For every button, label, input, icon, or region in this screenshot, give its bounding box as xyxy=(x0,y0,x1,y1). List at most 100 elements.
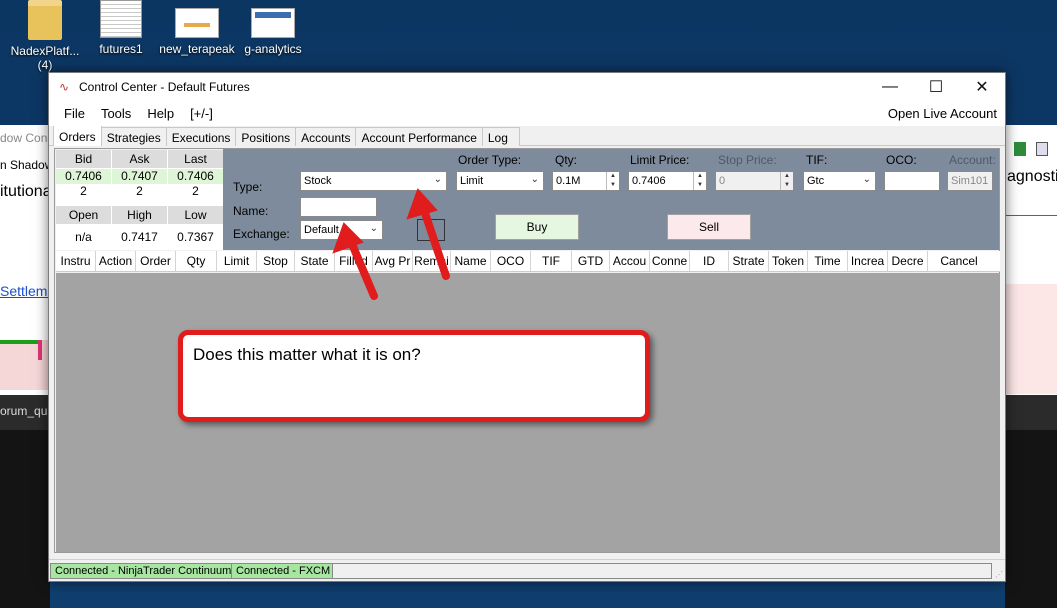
maximize-button[interactable]: ☐ xyxy=(913,73,959,101)
low-value: 0.7367 xyxy=(177,230,214,244)
desktop-icon-label: NadexPlatf... xyxy=(10,44,80,58)
open-header: Open xyxy=(56,206,111,224)
sell-button[interactable]: Sell xyxy=(667,214,751,240)
limit-price-label: Limit Price: xyxy=(630,153,690,167)
column-header[interactable]: Instru xyxy=(56,251,96,271)
tif-dropdown[interactable]: Gtc ⌄ xyxy=(803,171,876,191)
menu-expand[interactable]: [+/-] xyxy=(182,106,221,121)
tab-strategies[interactable]: Strategies xyxy=(100,127,167,146)
oco-label: OCO: xyxy=(886,153,917,167)
status-empty-panel xyxy=(332,563,992,579)
checkbox[interactable] xyxy=(417,219,445,241)
column-header[interactable]: Filled xyxy=(335,251,373,271)
tab-orders[interactable]: Orders xyxy=(53,125,102,146)
bg-chart-line xyxy=(0,340,40,344)
exchange-dropdown[interactable]: Default ⌄ xyxy=(300,220,383,240)
column-header[interactable]: GTD xyxy=(572,251,610,271)
exchange-value: Default xyxy=(304,224,339,236)
account-field[interactable]: Sim101 xyxy=(947,171,993,191)
menu-tools[interactable]: Tools xyxy=(93,106,139,121)
oco-input[interactable] xyxy=(884,171,940,191)
ask-price[interactable]: 0.7407 xyxy=(112,169,167,184)
bid-price[interactable]: 0.7406 xyxy=(56,169,111,184)
column-header[interactable]: State xyxy=(295,251,335,271)
order-type-label: Order Type: xyxy=(458,153,522,167)
column-header[interactable]: Time xyxy=(808,251,848,271)
column-header[interactable]: OCO xyxy=(491,251,531,271)
spin-arrows-icon[interactable]: ▲ ▼ xyxy=(693,172,706,190)
menu-file[interactable]: File xyxy=(56,106,93,121)
status-bar: Connected - NinjaTrader Continuum Connec… xyxy=(49,559,1005,581)
tab-accounts[interactable]: Accounts xyxy=(295,127,357,146)
tab-positions[interactable]: Positions xyxy=(235,127,297,146)
orders-grid-header: Instru Action Order Qty Limit Stop State… xyxy=(56,251,1000,272)
column-header[interactable]: TIF xyxy=(531,251,572,271)
column-header[interactable]: Remai xyxy=(413,251,451,271)
screenshot-icon xyxy=(251,8,295,38)
last-price[interactable]: 0.7406 xyxy=(168,169,223,184)
bg-line xyxy=(1005,215,1057,216)
limit-price-value: 0.7406 xyxy=(632,175,666,187)
type-dropdown[interactable]: Stock ⌄ xyxy=(300,171,447,191)
column-header[interactable]: Increa xyxy=(848,251,888,271)
bg-icon xyxy=(1036,142,1048,156)
desktop-icon-futures1[interactable]: futures1 xyxy=(81,0,161,56)
minimize-button[interactable]: — xyxy=(867,73,913,101)
menu-help[interactable]: Help xyxy=(139,106,182,121)
bg-text: agnosti xyxy=(1007,168,1057,185)
column-header[interactable]: Decre xyxy=(888,251,928,271)
chevron-down-icon: ⌄ xyxy=(369,223,378,234)
tab-strip: Orders Strategies Executions Positions A… xyxy=(49,125,1005,146)
close-button[interactable]: ✕ xyxy=(959,73,1005,101)
order-type-dropdown[interactable]: Limit ⌄ xyxy=(456,171,544,191)
column-header[interactable]: Strate xyxy=(729,251,769,271)
resize-grip-icon[interactable]: ⋰ xyxy=(995,570,1003,579)
column-header[interactable]: Token xyxy=(769,251,808,271)
chevron-down-icon: ⌄ xyxy=(530,174,539,185)
tab-account-performance[interactable]: Account Performance xyxy=(355,127,483,146)
column-header[interactable]: Cancel xyxy=(928,251,990,271)
ninjatrader-logo-icon: ∿ xyxy=(59,80,70,94)
limit-price-stepper[interactable]: 0.7406 ▲ ▼ xyxy=(628,171,707,191)
open-live-account-link[interactable]: Open Live Account xyxy=(888,106,997,121)
column-header[interactable]: Action xyxy=(96,251,136,271)
stop-price-stepper[interactable]: 0 ▲ ▼ xyxy=(715,171,794,191)
qty-stepper[interactable]: 0.1M ▲ ▼ xyxy=(552,171,620,191)
bg-text: n Shadow xyxy=(0,158,48,172)
column-header[interactable]: ID xyxy=(690,251,729,271)
desktop-icon-nadex[interactable]: NadexPlatf... (4) xyxy=(5,0,85,72)
desktop-icon-label: g-analytics xyxy=(244,42,302,56)
tab-executions[interactable]: Executions xyxy=(165,127,237,146)
bg-text: itutional xyxy=(0,183,48,200)
name-input[interactable] xyxy=(300,197,377,217)
column-header[interactable]: Stop xyxy=(257,251,295,271)
bg-link[interactable]: Settleme xyxy=(0,283,48,299)
type-label: Type: xyxy=(233,180,263,194)
column-header[interactable]: Name xyxy=(451,251,491,271)
column-header[interactable]: Conne xyxy=(650,251,690,271)
background-window-left-black xyxy=(0,430,50,608)
bg-chart-fragment xyxy=(1005,284,1057,394)
bg-icon xyxy=(1014,142,1026,156)
column-header[interactable]: Limit xyxy=(217,251,257,271)
tab-log[interactable]: Log xyxy=(481,127,520,146)
stop-price-label: Stop Price: xyxy=(718,153,777,167)
spin-arrows-icon[interactable]: ▲ ▼ xyxy=(606,172,619,190)
bid-size: 2 xyxy=(80,184,87,198)
chevron-down-icon: ⌄ xyxy=(433,174,442,185)
column-header[interactable]: Qty xyxy=(176,251,217,271)
tif-label: TIF: xyxy=(806,153,828,167)
ask-size: 2 xyxy=(136,184,143,198)
desktop-icon-new-terapeak[interactable]: new_terapeak xyxy=(157,0,237,56)
last-size: 2 xyxy=(192,184,199,198)
column-header[interactable]: Accou xyxy=(610,251,650,271)
name-label: Name: xyxy=(233,204,269,218)
column-header[interactable]: Avg Pr xyxy=(373,251,413,271)
desktop-icon-sublabel: (4) xyxy=(37,58,53,72)
column-header[interactable]: Order xyxy=(136,251,176,271)
spin-arrows-icon[interactable]: ▲ ▼ xyxy=(780,172,793,190)
desktop-icon-g-analytics[interactable]: g-analytics xyxy=(233,0,313,56)
title-bar[interactable]: ∿ Control Center - Default Futures — ☐ ✕ xyxy=(49,73,1005,101)
buy-button[interactable]: Buy xyxy=(495,214,579,240)
folder-icon xyxy=(28,0,62,40)
